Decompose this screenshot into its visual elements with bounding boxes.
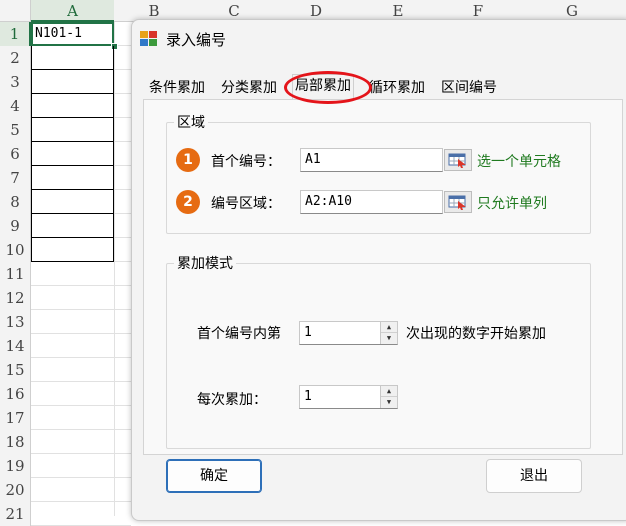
region-group: 区域 1 首个编号： A1 选一个单元格 2 编号区域： A2:A10 只允许单… xyxy=(166,112,591,234)
row-header[interactable]: 17 xyxy=(0,406,31,430)
grid-line xyxy=(31,501,131,502)
app-icon xyxy=(140,31,157,46)
row-header[interactable]: 19 xyxy=(0,454,31,478)
row-header[interactable]: 9 xyxy=(0,214,31,238)
grid-line xyxy=(31,405,131,406)
exit-button[interactable]: 退出 xyxy=(486,459,582,493)
row-header[interactable]: 14 xyxy=(0,334,31,358)
first-number-hint: 选一个单元格 xyxy=(477,154,561,170)
row-header[interactable]: 2 xyxy=(0,46,31,70)
row-header[interactable]: 16 xyxy=(0,382,31,406)
start-occurrence-value: 1 xyxy=(304,325,312,340)
row-header[interactable]: 15 xyxy=(0,358,31,382)
numbering-range-label: 编号区域： xyxy=(211,196,281,212)
grid-line xyxy=(31,333,131,334)
row-header[interactable]: 1 xyxy=(0,22,31,46)
first-number-input[interactable]: A1 xyxy=(300,148,443,172)
first-number-label: 首个编号： xyxy=(211,154,281,170)
ok-button[interactable]: 确定 xyxy=(166,459,262,493)
row-header[interactable]: 11 xyxy=(0,262,31,286)
grid-line xyxy=(31,357,131,358)
row-header[interactable]: 3 xyxy=(0,70,31,94)
start-occurrence-prefix: 首个编号内第 xyxy=(197,326,281,342)
grid-line xyxy=(31,285,131,286)
tab-partial-accumulate[interactable]: 局部累加 xyxy=(292,74,354,99)
numbering-range-input[interactable]: A2:A10 xyxy=(300,190,443,214)
tab-loop-accumulate[interactable]: 循环累加 xyxy=(366,76,428,100)
spin-down-icon[interactable]: ▼ xyxy=(381,333,397,344)
cell[interactable] xyxy=(31,190,114,214)
row-header[interactable]: 8 xyxy=(0,190,31,214)
column-header-a[interactable]: A xyxy=(31,0,114,22)
tab-panel: 区域 1 首个编号： A1 选一个单元格 2 编号区域： A2:A10 只允许单… xyxy=(143,99,623,455)
cell[interactable] xyxy=(31,238,114,262)
cell[interactable] xyxy=(31,118,114,142)
row-header[interactable]: 6 xyxy=(0,142,31,166)
first-number-picker-button[interactable] xyxy=(444,149,472,171)
grid-line xyxy=(31,477,131,478)
row-header[interactable]: 18 xyxy=(0,430,31,454)
row-header[interactable]: 21 xyxy=(0,502,31,526)
grid-line xyxy=(31,381,131,382)
row-header[interactable]: 7 xyxy=(0,166,31,190)
step-increment-stepper[interactable]: 1 ▲ ▼ xyxy=(299,385,398,409)
select-all-corner[interactable] xyxy=(0,0,31,22)
range-picker-icon xyxy=(448,195,466,210)
step-increment-spin-buttons[interactable]: ▲ ▼ xyxy=(380,386,397,408)
range-picker-icon xyxy=(448,153,466,168)
row-header[interactable]: 20 xyxy=(0,478,31,502)
row-header[interactable]: 5 xyxy=(0,118,31,142)
row-header[interactable]: 13 xyxy=(0,310,31,334)
input-numbering-dialog: 录入编号 条件累加 分类累加 局部累加 循环累加 区间编号 区域 1 首个编号：… xyxy=(131,19,626,521)
start-occurrence-suffix: 次出现的数字开始累加 xyxy=(406,326,546,342)
step-increment-value: 1 xyxy=(304,389,312,404)
row-header[interactable]: 12 xyxy=(0,286,31,310)
cell[interactable] xyxy=(31,214,114,238)
grid-line xyxy=(31,453,131,454)
step-1-badge: 1 xyxy=(176,148,200,172)
step-increment-label: 每次累加： xyxy=(197,392,267,408)
cell[interactable] xyxy=(31,166,114,190)
accumulate-mode-group: 累加模式 首个编号内第 1 ▲ ▼ 次出现的数字开始累加 每次累加： 1 ▲ ▼ xyxy=(166,253,591,449)
spin-down-icon[interactable]: ▼ xyxy=(381,397,397,408)
numbering-range-picker-button[interactable] xyxy=(444,191,472,213)
cell-a1[interactable]: N101-1 xyxy=(31,22,114,46)
grid-line xyxy=(114,22,115,516)
step-2-badge: 2 xyxy=(176,190,200,214)
row-header[interactable]: 4 xyxy=(0,94,31,118)
cell[interactable] xyxy=(31,46,114,70)
row-header[interactable]: 10 xyxy=(0,238,31,262)
spin-up-icon[interactable]: ▲ xyxy=(381,322,397,333)
tab-category-accumulate[interactable]: 分类累加 xyxy=(218,76,280,100)
spin-up-icon[interactable]: ▲ xyxy=(381,386,397,397)
grid-line xyxy=(31,429,131,430)
cell[interactable] xyxy=(31,94,114,118)
start-occurrence-spin-buttons[interactable]: ▲ ▼ xyxy=(380,322,397,344)
tab-range-numbering[interactable]: 区间编号 xyxy=(438,76,500,100)
start-occurrence-stepper[interactable]: 1 ▲ ▼ xyxy=(299,321,398,345)
dialog-titlebar[interactable]: 录入编号 xyxy=(132,20,626,58)
numbering-range-hint: 只允许单列 xyxy=(477,196,547,212)
accumulate-mode-label: 累加模式 xyxy=(174,253,236,273)
dialog-title: 录入编号 xyxy=(166,31,227,49)
grid-line xyxy=(31,309,131,310)
tab-conditional-accumulate[interactable]: 条件累加 xyxy=(146,76,208,100)
cell[interactable] xyxy=(31,70,114,94)
region-group-label: 区域 xyxy=(174,112,208,132)
cell[interactable] xyxy=(31,142,114,166)
